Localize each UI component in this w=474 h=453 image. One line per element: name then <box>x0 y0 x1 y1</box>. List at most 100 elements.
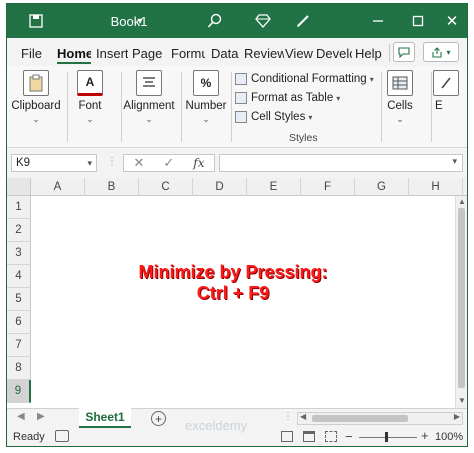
tab-help[interactable]: Help <box>355 42 385 64</box>
resize-handle-icon[interactable]: ⋮ <box>283 411 293 422</box>
tab-insert[interactable]: Insert <box>96 42 128 64</box>
tab-data[interactable]: Data <box>211 42 241 64</box>
chevron-down-icon: ▾ <box>308 112 313 122</box>
zoom-in-icon[interactable]: + <box>421 428 429 443</box>
alignment-icon <box>136 70 162 96</box>
search-icon[interactable] <box>203 4 227 38</box>
pen-icon[interactable] <box>291 4 315 38</box>
font-button[interactable]: A Font ⌄ <box>61 70 119 125</box>
tab-developer[interactable]: Develc <box>316 42 352 64</box>
chevron-down-icon: ⌄ <box>145 114 153 124</box>
alignment-label: Alignment <box>123 100 175 112</box>
chevron-down-icon[interactable]: ▾ <box>87 155 92 171</box>
row-header[interactable]: 3 <box>7 242 31 265</box>
scroll-right-icon[interactable]: ▶ <box>454 412 460 421</box>
sheet-next-icon[interactable]: ▶ <box>37 411 45 422</box>
close-icon[interactable]: ✕ <box>439 4 465 38</box>
sheet-tab-active[interactable]: Sheet1 <box>79 408 131 428</box>
horizontal-scrollbar[interactable]: ◀ ▶ <box>297 412 463 425</box>
row-header[interactable]: 4 <box>7 265 31 288</box>
scroll-thumb[interactable] <box>458 208 465 388</box>
minimize-icon[interactable] <box>365 4 391 38</box>
conditional-formatting-button[interactable]: Conditional Formatting ▾ <box>235 70 374 88</box>
add-sheet-icon[interactable]: + <box>151 411 166 426</box>
row-header[interactable]: 2 <box>7 219 31 242</box>
macro-record-icon[interactable] <box>55 430 69 442</box>
row-header[interactable]: 7 <box>7 334 31 357</box>
annotation-line-2: Ctrl + F9 <box>196 283 270 303</box>
group-divider <box>231 72 232 142</box>
column-header[interactable]: F <box>301 178 355 196</box>
scroll-left-icon[interactable]: ◀ <box>300 412 306 421</box>
page-break-view-icon[interactable] <box>325 431 337 442</box>
ribbon: Clipboard ⌄ A Font ⌄ Alignment ⌄ % Numbe… <box>7 66 467 148</box>
row-header[interactable]: 6 <box>7 311 31 334</box>
zoom-slider-thumb[interactable] <box>385 432 388 442</box>
column-header[interactable]: H <box>409 178 463 196</box>
zoom-slider[interactable] <box>359 437 417 438</box>
zoom-level[interactable]: 100% <box>435 431 463 443</box>
column-header[interactable]: A <box>31 178 85 196</box>
zoom-out-icon[interactable]: − <box>345 429 353 444</box>
font-icon-letter: A <box>85 75 95 89</box>
column-header[interactable]: C <box>139 178 193 196</box>
row-header[interactable]: 1 <box>7 196 31 219</box>
diamond-icon[interactable] <box>251 4 275 38</box>
percent-icon: % <box>193 70 219 96</box>
tab-file[interactable]: File <box>21 42 47 64</box>
styles-group-label: Styles <box>289 132 318 144</box>
percent-glyph: % <box>200 76 212 90</box>
chevron-down-icon: ⌄ <box>396 114 404 124</box>
editing-button[interactable]: E <box>427 70 467 112</box>
comments-icon[interactable] <box>393 42 415 62</box>
font-label: Font <box>78 100 102 112</box>
vertical-scrollbar[interactable]: ▲ ▼ <box>455 196 467 408</box>
number-button[interactable]: % Number ⌄ <box>177 70 235 125</box>
select-all-button[interactable] <box>7 178 31 196</box>
name-box[interactable]: K9 ▾ <box>11 154 97 172</box>
chevron-down-icon[interactable]: ▾ <box>133 4 147 38</box>
column-header[interactable]: D <box>193 178 247 196</box>
column-header[interactable]: B <box>85 178 139 196</box>
maximize-icon[interactable] <box>405 4 431 38</box>
cell-styles-button[interactable]: Cell Styles ▾ <box>235 108 312 126</box>
cancel-icon[interactable]: ✕ <box>133 155 144 171</box>
chevron-down-icon[interactable]: ▾ <box>452 156 457 167</box>
formula-input[interactable]: ▾ <box>219 154 463 172</box>
alignment-button[interactable]: Alignment ⌄ <box>120 70 178 125</box>
enter-icon[interactable]: ✓ <box>163 155 174 171</box>
tab-view[interactable]: View <box>285 42 315 64</box>
column-header[interactable]: I <box>463 178 467 196</box>
workbook-title[interactable]: Book1 <box>99 4 159 38</box>
tab-review[interactable]: Review <box>244 42 284 64</box>
conditional-formatting-label: Conditional Formatting <box>251 73 367 85</box>
column-header[interactable]: E <box>247 178 301 196</box>
cells-button[interactable]: Cells ⌄ <box>371 70 429 125</box>
row-header-selected[interactable]: 9 <box>7 380 31 403</box>
tab-home[interactable]: Home <box>57 42 91 64</box>
resize-handle-icon[interactable]: ⋮ <box>107 156 117 167</box>
name-box-value: K9 <box>16 157 31 169</box>
scroll-up-icon[interactable]: ▲ <box>458 197 466 206</box>
column-header[interactable]: G <box>355 178 409 196</box>
page-layout-view-icon[interactable] <box>303 431 315 442</box>
format-as-table-button[interactable]: Format as Table ▾ <box>235 89 340 107</box>
tab-page-layout[interactable]: Page L <box>132 42 166 64</box>
normal-view-icon[interactable] <box>281 431 293 442</box>
chevron-down-icon: ⌄ <box>32 114 40 124</box>
annotation-overlay: Minimize by Pressing: Ctrl + F9 <box>108 262 358 304</box>
insert-function-icon[interactable]: fx <box>193 156 204 170</box>
editing-icon <box>433 70 459 96</box>
scroll-thumb[interactable] <box>312 415 408 422</box>
share-button[interactable]: ▾ <box>423 42 459 62</box>
row-header[interactable]: 5 <box>7 288 31 311</box>
row-header[interactable]: 8 <box>7 357 31 380</box>
clipboard-icon <box>23 70 49 96</box>
sheet-prev-icon[interactable]: ◀ <box>17 411 25 422</box>
chevron-down-icon: ⌄ <box>202 114 210 124</box>
save-icon[interactable] <box>25 4 47 38</box>
scroll-down-icon[interactable]: ▼ <box>458 396 466 405</box>
cells-icon <box>387 70 413 96</box>
tab-formulas[interactable]: Formu <box>171 42 205 64</box>
clipboard-button[interactable]: Clipboard ⌄ <box>7 70 65 125</box>
